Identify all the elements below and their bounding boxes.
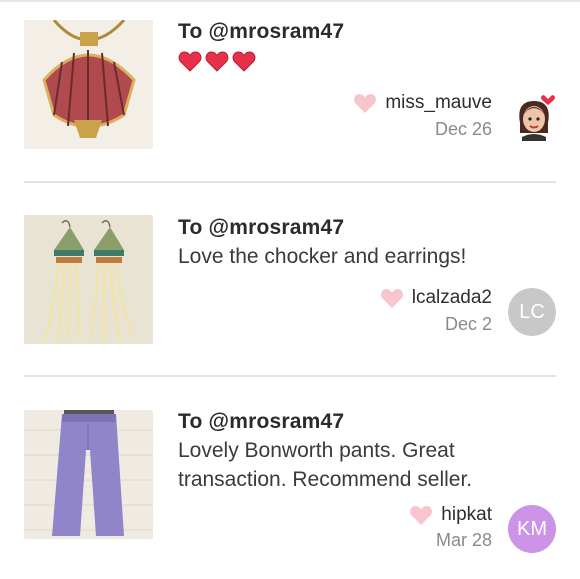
username-link[interactable]: hipkat [441,504,492,526]
listing-thumbnail-earrings[interactable] [24,215,153,344]
recipient-line: To @mrosram47 [178,20,345,43]
red-heart-icon [205,51,229,72]
like-heart-icon[interactable] [380,287,404,309]
earrings-image [24,215,153,344]
comment-item: To @mrosram47 miss_mauve Dec 26 [0,0,580,183]
avatar[interactable]: LC [508,288,556,336]
purple-pants-image [24,410,153,539]
like-heart-icon[interactable] [353,92,377,114]
bitmoji-avatar-icon [519,95,555,141]
red-heart-icon [232,51,256,72]
username-link[interactable]: lcalzada2 [412,287,492,309]
red-heart-icon [178,51,202,72]
like-heart-icon[interactable] [409,504,433,526]
comment-text: Love the chocker and earrings! [178,245,467,268]
avatar[interactable]: KM [508,505,556,553]
recipient-line: To @mrosram47 [178,216,345,239]
comment-date: Mar 28 [435,530,492,550]
username-link[interactable]: miss_mauve [385,92,492,114]
avatar[interactable] [510,93,558,141]
comment-author: lcalzada2 [380,287,492,309]
comment-author: miss_mauve [353,92,492,114]
comment-date: Dec 26 [434,119,492,139]
listing-thumbnail-pants[interactable] [24,410,153,539]
listing-thumbnail-shell-pendant[interactable] [24,20,153,149]
recipient-line: To @mrosram47 [178,410,345,433]
shell-pendant-image [24,20,153,149]
comment-author: hipkat [409,504,492,526]
comment-date: Dec 2 [444,314,492,334]
comment-text: Lovely Bonworth pants. Great transaction… [178,439,473,491]
comment-item: To @mrosram47 Love the chocker and earri… [0,183,580,377]
comment-item: To @mrosram47 Lovely Bonworth pants. Gre… [0,377,580,579]
heart-emoji-message [178,50,256,72]
